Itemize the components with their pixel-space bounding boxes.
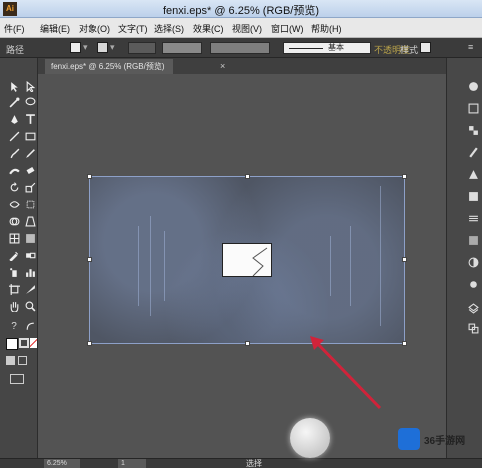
stroke-profile-dropdown[interactable]: 基本 (283, 42, 371, 54)
line-icon[interactable] (8, 130, 20, 142)
brush-definition-dropdown[interactable] (210, 42, 270, 54)
column-graph-icon[interactable] (24, 266, 36, 278)
magic-wand-icon[interactable] (8, 96, 20, 108)
panel-dock (446, 58, 482, 458)
menu-window[interactable]: 窗口(W) (271, 22, 304, 35)
lasso-icon[interactable] (24, 96, 36, 108)
rotate-icon[interactable] (8, 181, 20, 193)
menu-object[interactable]: 对象(O) (79, 22, 110, 35)
stroke-weight-field[interactable] (128, 42, 156, 54)
eyedropper-icon[interactable] (8, 249, 20, 261)
gradient-icon[interactable] (24, 232, 36, 244)
direct-selection-icon[interactable] (24, 80, 36, 92)
brushes-icon[interactable] (467, 146, 479, 158)
style-label: 样式 (400, 45, 419, 55)
resize-handle-n[interactable] (245, 174, 250, 179)
gradient-panel-icon[interactable] (467, 234, 479, 246)
type-icon[interactable] (24, 113, 36, 125)
object-type-label: 路径 (6, 45, 25, 55)
scale-icon[interactable] (24, 181, 36, 193)
swatches-icon[interactable] (467, 124, 479, 136)
menu-type[interactable]: 文字(T) (118, 22, 148, 35)
mesh-icon[interactable] (8, 232, 20, 244)
symbol-sprayer-icon[interactable] (8, 266, 20, 278)
symbols-icon[interactable] (467, 168, 479, 180)
slice-icon[interactable] (24, 283, 36, 295)
resize-handle-s[interactable] (245, 341, 250, 346)
artboard-icon[interactable] (8, 283, 20, 295)
fill-color-box[interactable] (6, 338, 18, 350)
artboard-number-field[interactable]: 1 (118, 459, 146, 468)
width-icon[interactable] (8, 198, 20, 210)
fill-dropdown-icon[interactable]: ▾ (83, 42, 88, 53)
graphic-style-swatch[interactable] (420, 42, 431, 53)
watermark-text: 36手游网 (424, 436, 466, 447)
windows-logo-watermark (290, 418, 330, 458)
zoom-level-field[interactable]: 6.25% (44, 459, 80, 468)
menu-edit[interactable]: 编辑(E) (40, 22, 70, 35)
zoom-icon[interactable] (24, 300, 36, 312)
shape-builder-icon[interactable] (8, 215, 20, 227)
free-transform-icon[interactable] (24, 198, 36, 210)
color-guide-icon[interactable] (467, 102, 479, 114)
annotation-arrow (310, 336, 382, 410)
rectangle-icon[interactable] (24, 130, 36, 142)
hand-icon[interactable] (8, 300, 20, 312)
pen-icon[interactable] (8, 113, 20, 125)
menu-help[interactable]: 帮助(H) (311, 22, 342, 35)
stroke-color-box[interactable] (19, 338, 29, 348)
menu-effect[interactable]: 效果(C) (193, 22, 224, 35)
resize-handle-e[interactable] (402, 257, 407, 262)
pencil-icon[interactable] (24, 147, 36, 159)
help-icon[interactable]: ? (8, 320, 20, 332)
draw-behind-icon[interactable] (18, 356, 27, 365)
draw-normal-icon[interactable] (6, 356, 15, 365)
appearance-icon[interactable] (467, 278, 479, 290)
graphic-styles-icon[interactable] (467, 190, 479, 202)
current-tool-status[interactable]: 选择 (246, 458, 262, 468)
resize-handle-sw[interactable] (87, 341, 92, 346)
color-icon[interactable] (467, 80, 479, 92)
watermark-logo-icon (398, 428, 420, 450)
document-tab-strip: fenxi.eps* @ 6.25% (RGB/预览) × (38, 58, 446, 74)
document-tab[interactable]: fenxi.eps* @ 6.25% (RGB/预览) (45, 59, 173, 74)
swap-icon[interactable] (24, 320, 36, 332)
menu-select[interactable]: 选择(S) (154, 22, 184, 35)
resize-handle-ne[interactable] (402, 174, 407, 179)
artboards-panel-icon[interactable] (467, 322, 479, 334)
blob-brush-icon[interactable] (8, 164, 20, 176)
fill-swatch[interactable] (70, 42, 81, 53)
menu-bar: 件(F) 编辑(E) 对象(O) 文字(T) 选择(S) 效果(C) 视图(V)… (0, 18, 482, 38)
screen-mode-icon[interactable] (10, 374, 24, 384)
stroke-icon[interactable] (467, 212, 479, 224)
title-bar: Ai fenxi.eps* @ 6.25% (RGB/预览) (0, 0, 482, 18)
site-watermark: 36手游网 (392, 420, 480, 460)
menu-view[interactable]: 视图(V) (232, 22, 262, 35)
white-rectangle-object[interactable] (222, 243, 272, 277)
tools-panel: ? (0, 58, 38, 458)
transparency-icon[interactable] (467, 256, 479, 268)
none-color-icon[interactable] (30, 338, 37, 348)
control-bar: 路径 ▾ ▾ 基本 不透明度 样式 ≡ (0, 38, 482, 58)
eraser-icon[interactable] (24, 164, 36, 176)
resize-handle-nw[interactable] (87, 174, 92, 179)
close-tab-icon[interactable]: × (220, 61, 225, 71)
menu-file[interactable]: 件(F) (4, 22, 25, 35)
variable-width-dropdown[interactable] (162, 42, 202, 54)
selection-icon[interactable] (8, 80, 20, 92)
stroke-profile-label: 基本 (328, 43, 344, 52)
blend-icon[interactable] (24, 249, 36, 261)
stroke-swatch[interactable] (97, 42, 108, 53)
window-title: fenxi.eps* @ 6.25% (RGB/预览) (162, 5, 320, 17)
perspective-icon[interactable] (24, 215, 36, 227)
layers-icon[interactable] (467, 302, 479, 314)
stroke-dropdown-icon[interactable]: ▾ (110, 42, 115, 53)
resize-handle-w[interactable] (87, 257, 92, 262)
paintbrush-icon[interactable] (8, 147, 20, 159)
panel-menu-icon[interactable]: ≡ (468, 42, 473, 52)
